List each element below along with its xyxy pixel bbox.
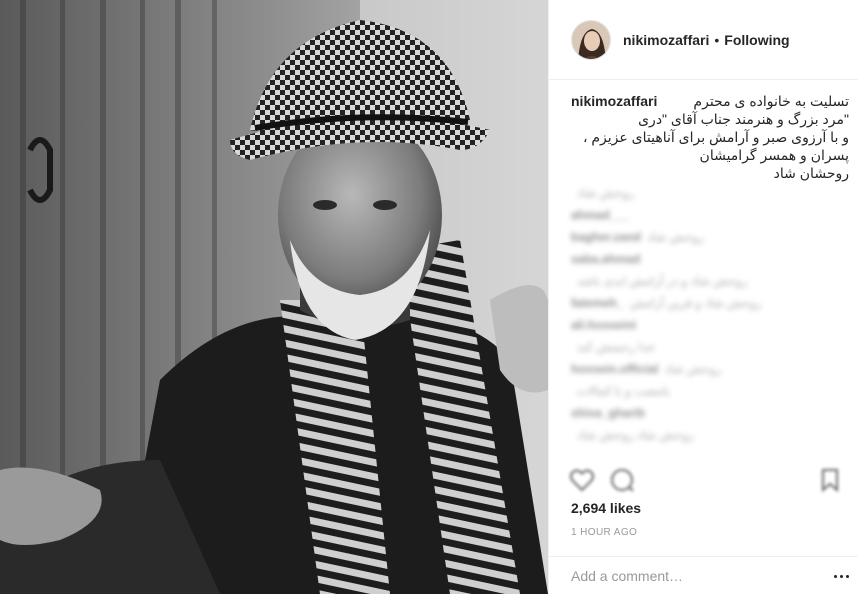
comment-text: روحش شاد و قرین آرامش (629, 296, 762, 310)
like-count[interactable]: 2,694 likes (571, 500, 641, 516)
comment-text: روحش شاد (577, 186, 634, 200)
post-timestamp[interactable]: 1 HOUR AGO (571, 527, 637, 538)
comment-item: ahmad___ (571, 204, 849, 226)
caption-text-line-2: "مرد بزرگ و هنرمند جناب آقای "دری (638, 111, 849, 127)
caption-username[interactable]: nikimozaffari (571, 92, 657, 110)
post-side-panel: nikimozaffari • Following nikimozaffari … (548, 0, 858, 594)
comment-item: بامصب و با کمالات (571, 380, 849, 402)
comment-item: bagher.zand روحش شاد (571, 226, 849, 248)
post-caption: nikimozaffari تسلیت به خانواده ی محترم "… (571, 92, 849, 182)
header-separator: • (714, 31, 720, 48)
add-comment-bar (549, 556, 858, 594)
more-options-icon[interactable] (831, 567, 851, 585)
comment-item: روحش شاد روحش شاد (571, 424, 849, 446)
comment-item: shiva_gharib (571, 402, 849, 424)
comment-input[interactable] (571, 567, 821, 584)
comment-username[interactable]: saba.ahmad (571, 252, 640, 266)
comment-item: روحش شاد و در آرامش ابدی باشد (571, 270, 849, 292)
comment-item: تسلیت عرض میکنم (571, 446, 849, 450)
avatar[interactable] (571, 19, 611, 60)
comment-text: روحش شاد (664, 362, 722, 376)
caption-text-line-1: تسلیت به خانواده ی محترم (693, 93, 849, 109)
caption-line: nikimozaffari تسلیت به خانواده ی محترم (571, 92, 849, 110)
header-username[interactable]: nikimozaffari (623, 32, 709, 48)
comment-text: خدا رحمتش کند (577, 340, 656, 354)
bookmark-icon[interactable] (817, 467, 843, 493)
comment-item: خدا رحمتش کند (571, 336, 849, 358)
post-photo[interactable] (0, 0, 548, 594)
comment-username[interactable]: bagher.zand (571, 230, 641, 244)
comment-item: fatemeh_ روحش شاد و قرین آرامش (571, 292, 849, 314)
comment-item: saba.ahmad (571, 248, 849, 270)
comment-item: ali.hosseini (571, 314, 849, 336)
comment-username[interactable]: hossein.official (571, 362, 658, 376)
caption-text-line-3: و با آرزوی صبر و آرامش برای آناهیتای عزی… (582, 129, 849, 145)
comments-list[interactable]: روحش شاد ahmad___ bagher.zand روحش شاد saba.… (571, 182, 849, 450)
caption-text-line-5: روحشان شاد (773, 165, 849, 181)
comment-text: روحش شاد روحش شاد (577, 428, 694, 442)
comment-username[interactable]: ali.hosseini (571, 318, 636, 332)
comment-username[interactable]: fatemeh_ (571, 296, 624, 310)
comment-text: روحش شاد و در آرامش ابدی باشد (577, 274, 748, 288)
following-button[interactable]: Following (724, 32, 789, 48)
comment-username[interactable]: shiva_gharib (571, 406, 645, 420)
heart-icon[interactable] (569, 467, 595, 493)
comment-item: روحش شاد (571, 182, 849, 204)
avatar-image (572, 20, 610, 59)
action-bar (549, 460, 858, 500)
caption-text-line-4: پسران و همسر گرامیشان (699, 147, 849, 163)
post-header: nikimozaffari • Following (549, 0, 858, 80)
comment-text: روحش شاد (647, 230, 704, 244)
comment-username[interactable]: ahmad___ (571, 208, 630, 222)
post-image (0, 0, 548, 594)
comment-icon[interactable] (609, 467, 635, 493)
comment-text: بامصب و با کمالات (577, 384, 670, 398)
comment-item: hossein.official روحش شاد (571, 358, 849, 380)
